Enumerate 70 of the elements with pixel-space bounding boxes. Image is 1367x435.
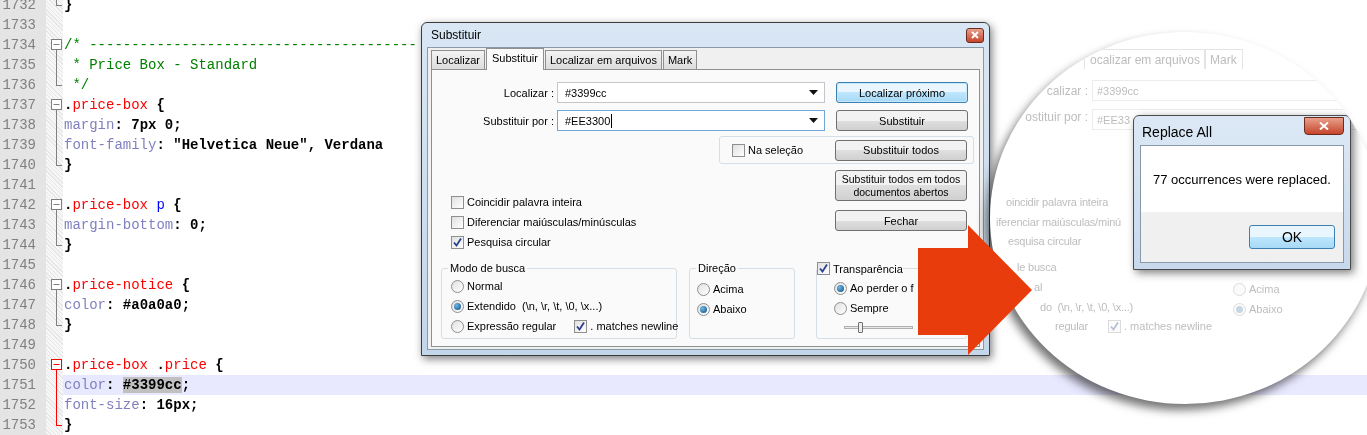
checkbox-label: Na seleção xyxy=(748,144,804,156)
code-line: margin-bottom: 0; xyxy=(63,216,207,235)
radio-label: Acima xyxy=(713,283,744,295)
group-label: Direção xyxy=(697,262,737,274)
line-number: 1742 xyxy=(1,196,37,215)
checkbox-label: Coincidir palavra inteira xyxy=(467,196,582,208)
line-number: 1749 xyxy=(1,336,37,355)
option-label: iferenciar maiúsculas/minú xyxy=(996,215,1122,230)
line-number: 1738 xyxy=(1,116,37,135)
field-label: Localizar : xyxy=(502,86,554,99)
code-line: .price-box p { xyxy=(63,196,182,215)
code-line: font-size: 16px; xyxy=(63,396,199,415)
code-line: * Price Box - Standard xyxy=(71,56,258,75)
option-label: do (\n, \r, \t, \0, \x...) xyxy=(1040,300,1134,315)
line-number: 1736 xyxy=(1,76,37,95)
radio-label: Ao perder o f xyxy=(850,282,914,294)
radio-label: Abaixo xyxy=(713,303,747,315)
checkbox-label: Transparência xyxy=(833,262,903,275)
line-number: 1748 xyxy=(1,316,37,335)
field-label: calizar : xyxy=(1046,84,1088,98)
option-label: oincidir palavra inteira xyxy=(1006,195,1109,210)
radio-label: Abaixo xyxy=(1249,302,1283,317)
radio-label: Normal xyxy=(467,280,503,292)
code-line: */ xyxy=(71,76,90,95)
line-number: 1751 xyxy=(1,376,37,395)
line-number: 1747 xyxy=(1,296,37,315)
line-number: 1743 xyxy=(1,216,37,235)
line-number: 1740 xyxy=(1,156,37,175)
line-number: 1752 xyxy=(1,396,37,415)
checkbox-label: . matches newline xyxy=(1124,319,1213,334)
line-number: 1734 xyxy=(1,36,37,55)
message-text: 77 occurrences were replaced. xyxy=(1153,171,1331,187)
line-number: 1732 xyxy=(1,0,37,15)
code-line: .price-box .price { xyxy=(63,356,224,375)
line-number: 1741 xyxy=(1,176,37,195)
line-number: 1746 xyxy=(1,276,37,295)
code-line: } xyxy=(63,156,73,175)
code-line: } xyxy=(63,416,73,435)
window-title: Substituir xyxy=(431,28,482,42)
group-label: Modo de busca xyxy=(449,262,527,274)
option-label: regular xyxy=(1055,319,1088,334)
line-number: 1735 xyxy=(1,56,37,75)
radio-label: Sempre xyxy=(850,302,889,314)
radio-label: Acima xyxy=(1249,282,1280,297)
checkbox-label: . matches newline xyxy=(590,320,679,332)
code-line: } xyxy=(63,236,73,255)
line-number: 1745 xyxy=(1,256,37,275)
radio-label: Extendido (\n, \r, \t, \0, \x...) xyxy=(467,300,603,312)
line-number: 1733 xyxy=(1,16,37,35)
line-number: 1753 xyxy=(1,416,37,435)
checkbox-label: Pesquisa circular xyxy=(467,236,551,248)
code-line: color: #a0a0a0; xyxy=(63,296,191,315)
code-line: margin: 7px 0; xyxy=(63,116,182,135)
field-label: ostituir por : xyxy=(1025,110,1088,124)
line-number: 1744 xyxy=(1,236,37,255)
option-label: al xyxy=(1034,280,1043,295)
code-line: /* --------------------------------------- xyxy=(63,36,417,55)
field-label: Substituir por : xyxy=(482,114,554,127)
code-line: .price-box { xyxy=(63,96,165,115)
code-line: } xyxy=(63,316,73,335)
radio-label: Expressão regular xyxy=(467,320,557,332)
line-number: 1737 xyxy=(1,96,37,115)
checkbox-label: Diferenciar maiúsculas/minúsculas xyxy=(467,216,637,228)
line-number: 1739 xyxy=(1,136,37,155)
option-label: esquisa circular xyxy=(1008,234,1082,249)
line-number: 1750 xyxy=(1,356,37,375)
code-line: font-family: "Helvetica Neue", Verdana xyxy=(63,136,384,155)
dialog-title: Replace All xyxy=(1142,124,1213,140)
code-line: .price-notice { xyxy=(63,276,191,295)
option-label: le busca xyxy=(1017,260,1057,275)
